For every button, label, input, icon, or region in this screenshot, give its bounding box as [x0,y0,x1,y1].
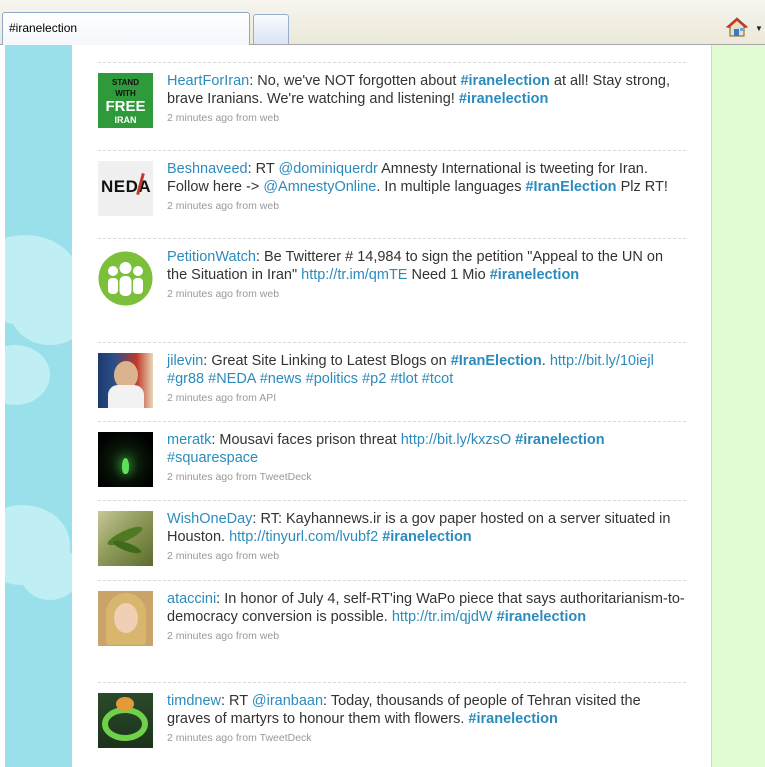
url-link[interactable]: http://bit.ly/kxzsO [401,432,511,448]
tweet-meta: 2 minutes ago from web [167,630,280,642]
tweet-item: timdnew: RT @iranbaan: Today, thousands … [98,682,686,767]
hashtag-link[interactable]: #politics [306,371,358,387]
tweet-username[interactable]: ataccini [167,591,216,607]
tweet-meta: 2 minutes ago from web [167,550,280,562]
url-link[interactable]: http://tr.im/qmTE [301,267,407,283]
hashtag-link[interactable]: #IranElection [451,353,542,369]
hashtag-link[interactable]: #squarespace [167,450,258,466]
tweet-username[interactable]: WishOneDay [167,511,252,527]
tweet-item: STAND WITH FREE IRAN HeartForIran: No, w… [98,62,686,151]
home-icon[interactable] [725,17,749,37]
hashtag-link[interactable]: #news [260,371,302,387]
tab-iranelection[interactable]: #iranelection [2,12,250,46]
left-background [0,45,72,767]
tweet-text: WishOneDay: RT: Kayhannews.ir is a gov p… [167,510,687,563]
page-edge [0,45,5,767]
url-link[interactable]: http://tr.im/qjdW [392,609,493,625]
tweet-item: ataccini: In honor of July 4, self-RT'in… [98,580,686,683]
tweet-text: Beshnaveed: RT @dominiquerdr Amnesty Int… [167,160,687,213]
new-tab-button[interactable] [253,14,289,44]
tweet-username[interactable]: meratk [167,432,211,448]
url-link[interactable]: http://bit.ly/10iejl [550,353,654,369]
url-link[interactable]: http://tinyurl.com/lvubf2 [229,529,378,545]
tweet-text: timdnew: RT @iranbaan: Today, thousands … [167,692,687,745]
hashtag-link[interactable]: #iranelection [459,91,548,107]
tweet-text: PetitionWatch: Be Twitterer # 14,984 to … [167,248,687,301]
tweet-username[interactable]: HeartForIran [167,73,249,89]
tweet-meta: 2 minutes ago from web [167,112,280,124]
tweet-item: NEDA Beshnaveed: RT @dominiquerdr Amnest… [98,150,686,239]
mention-link[interactable]: @AmnestyOnline [263,179,376,195]
candle-avatar[interactable] [98,432,153,487]
people-avatar[interactable] [98,251,153,306]
timeline: STAND WITH FREE IRAN HeartForIran: No, w… [72,45,711,767]
home-dropdown-icon[interactable]: ▼ [755,24,763,33]
tweet-text: HeartForIran: No, we've NOT forgotten ab… [167,72,687,125]
tweet-username[interactable]: timdnew [167,693,221,709]
mention-link[interactable]: @iranbaan [252,693,323,709]
tweet-meta: 2 minutes ago from API [167,392,277,404]
hashtag-link[interactable]: #iranelection [515,432,604,448]
tab-title: #iranelection [9,21,78,35]
tweet-item: WishOneDay: RT: Kayhannews.ir is a gov p… [98,500,686,580]
tweet-username[interactable]: PetitionWatch [167,249,256,265]
tweet-username[interactable]: jilevin [167,353,203,369]
plant-avatar[interactable] [98,511,153,566]
hashtag-link[interactable]: #tcot [422,371,453,387]
green-ring-avatar[interactable] [98,693,153,748]
tweet-meta: 2 minutes ago from web [167,288,280,300]
hashtag-link[interactable]: #iranelection [497,609,586,625]
tweet-text: jilevin: Great Site Linking to Latest Bl… [167,352,687,405]
mention-link[interactable]: @dominiquerdr [279,161,378,177]
hashtag-link[interactable]: #tlot [390,371,417,387]
browser-tab-strip: #iranelection ▼ [0,0,765,46]
hashtag-link[interactable]: #IranElection [525,179,616,195]
tweet-username[interactable]: Beshnaveed [167,161,248,177]
hashtag-link[interactable]: #gr88 [167,371,204,387]
tweet-item: PetitionWatch: Be Twitterer # 14,984 to … [98,238,686,343]
hashtag-link[interactable]: #iranelection [382,529,471,545]
tweet-text: meratk: Mousavi faces prison threat http… [167,431,687,484]
tweet-meta: 2 minutes ago from web [167,200,280,212]
tweet-meta: 2 minutes ago from TweetDeck [167,471,312,483]
blonde-woman-avatar[interactable] [98,591,153,646]
hashtag-link[interactable]: #iranelection [468,711,557,727]
hashtag-link[interactable]: #iranelection [460,73,549,89]
tweet-item: jilevin: Great Site Linking to Latest Bl… [98,342,686,413]
hashtag-link[interactable]: #NEDA [208,371,256,387]
neda-avatar[interactable]: NEDA [98,161,153,216]
tweet-item: meratk: Mousavi faces prison threat http… [98,421,686,493]
hashtag-link[interactable]: #iranelection [490,267,579,283]
right-sidebar-background [711,45,765,767]
tweet-meta: 2 minutes ago from TweetDeck [167,732,312,744]
tweet-text: ataccini: In honor of July 4, self-RT'in… [167,590,687,643]
poster-portrait-avatar[interactable] [98,353,153,408]
stand-with-free-iran-avatar[interactable]: STAND WITH FREE IRAN [98,73,153,128]
hashtag-link[interactable]: #p2 [362,371,386,387]
